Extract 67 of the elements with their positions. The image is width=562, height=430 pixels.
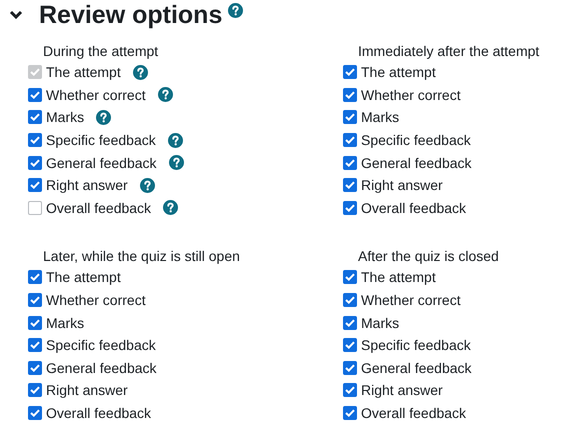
checkbox[interactable] [343,360,357,375]
checkbox[interactable] [343,88,357,102]
checkbox-label[interactable]: Right answer [46,177,128,194]
checkbox-label[interactable]: The attempt [361,64,436,80]
checkbox[interactable] [28,406,42,420]
checkbox-label[interactable]: Overall feedback [361,200,466,216]
checkbox[interactable] [28,316,42,330]
checkbox-label[interactable]: Marks [361,314,400,331]
checkbox[interactable] [28,270,42,284]
help-icon[interactable] [140,178,155,193]
checkbox[interactable] [28,110,42,124]
group-title: During the attempt [43,42,158,61]
checkbox[interactable] [28,133,42,148]
help-icon[interactable] [168,132,183,148]
checkbox-label[interactable]: Overall feedback [46,200,152,216]
checkbox-label[interactable]: Marks [361,109,400,126]
checkbox-label[interactable]: Whether correct [361,86,461,103]
checkbox[interactable] [28,88,42,102]
checkbox-label[interactable]: Specific feedback [361,337,471,354]
checkbox[interactable] [28,178,42,192]
group-title: Immediately after the attempt [358,42,540,61]
checkbox-label[interactable]: Specific feedback [46,132,156,148]
checkbox[interactable] [343,200,357,215]
checkbox[interactable] [28,338,42,352]
checkbox[interactable] [28,293,42,308]
checkbox-label[interactable]: Marks [46,314,84,331]
checkbox-label[interactable]: The attempt [46,269,121,286]
checkbox-label[interactable]: Right answer [46,382,128,398]
checkbox-label[interactable]: Overall feedback [46,405,152,422]
checkbox-label[interactable]: Whether correct [46,86,146,103]
checkbox-label[interactable]: Whether correct [361,292,461,308]
help-icon[interactable] [158,87,173,102]
section-title: Review options [39,0,222,30]
checkbox[interactable] [343,178,357,192]
checkbox-label[interactable]: General feedback [361,154,472,171]
checkbox[interactable] [343,65,357,80]
help-icon[interactable] [168,155,184,170]
checkbox-label[interactable]: Right answer [361,177,443,194]
checkbox[interactable] [28,383,42,398]
checkbox[interactable] [28,156,42,170]
checkbox-label[interactable]: Right answer [361,382,443,398]
checkbox[interactable] [343,338,357,352]
checkbox[interactable] [343,383,357,398]
checkbox[interactable] [343,316,357,330]
checkbox[interactable] [343,156,357,170]
checkbox-label[interactable]: Specific feedback [361,132,471,148]
checkbox-label[interactable]: General feedback [361,360,472,376]
checkbox[interactable] [343,293,357,308]
help-icon[interactable] [96,110,112,125]
chevron-icon[interactable] [9,10,23,20]
checkbox-label[interactable]: The attempt [361,269,436,286]
help-icon[interactable] [228,2,244,18]
checkbox[interactable] [343,133,357,148]
checkbox-label[interactable]: General feedback [46,154,157,171]
checkbox[interactable] [28,200,42,215]
group-title: Later, while the quiz is still open [43,247,240,266]
checkbox-label[interactable]: Specific feedback [46,337,156,354]
checkbox-label[interactable]: Whether correct [46,292,146,308]
checkbox-label[interactable]: Marks [46,109,84,126]
checkbox[interactable] [343,270,357,284]
checkbox-label[interactable]: General feedback [46,360,157,376]
checkbox[interactable] [28,360,42,375]
checkbox[interactable] [343,406,357,420]
checkbox-label[interactable]: Overall feedback [361,405,466,422]
help-icon[interactable] [163,200,178,216]
checkbox[interactable] [343,110,357,124]
group-title: After the quiz is closed [358,247,499,266]
